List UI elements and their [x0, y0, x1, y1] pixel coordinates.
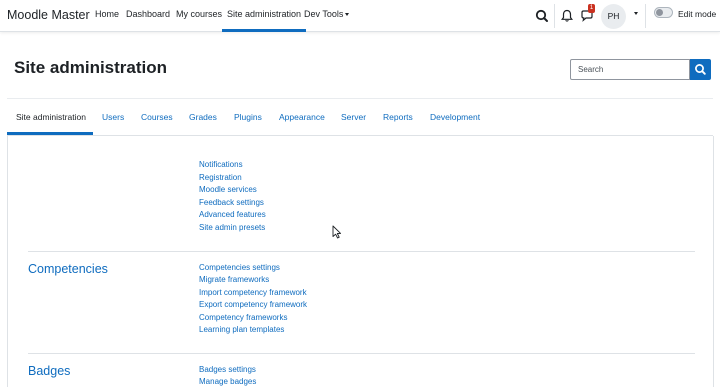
- nav-site-administration[interactable]: Site administration: [221, 9, 307, 32]
- navbar-divider: [554, 4, 555, 28]
- section-heading-competencies[interactable]: Competencies: [28, 262, 108, 276]
- section-divider: [28, 251, 695, 252]
- link-export-competency-framework[interactable]: Export competency framework: [199, 300, 307, 309]
- tab-server[interactable]: Server: [341, 112, 366, 122]
- avatar[interactable]: PH: [601, 4, 626, 29]
- site-brand[interactable]: Moodle Master: [7, 8, 90, 22]
- top-navbar: Moodle Master Home Dashboard My courses …: [0, 0, 720, 32]
- active-tab-indicator: [7, 132, 93, 135]
- link-registration[interactable]: Registration: [199, 173, 242, 182]
- section-divider: [28, 353, 695, 354]
- admin-tabs: Site administration Users Courses Grades…: [7, 99, 713, 136]
- nav-dashboard[interactable]: Dashboard: [126, 9, 170, 19]
- message-count-badge: 1: [588, 4, 595, 13]
- search-icon[interactable]: [532, 6, 552, 26]
- section-heading-badges[interactable]: Badges: [28, 364, 70, 378]
- search-icon: [695, 64, 706, 75]
- link-learning-plan-templates[interactable]: Learning plan templates: [199, 325, 284, 334]
- tab-courses[interactable]: Courses: [141, 112, 173, 122]
- nav-dev-tools-label: Dev Tools: [304, 9, 344, 19]
- tab-reports[interactable]: Reports: [383, 112, 413, 122]
- chevron-down-icon[interactable]: [634, 12, 638, 15]
- nav-my-courses[interactable]: My courses: [176, 9, 222, 19]
- tab-site-administration[interactable]: Site administration: [16, 112, 86, 122]
- page-title: Site administration: [14, 58, 168, 77]
- chevron-down-icon: [345, 13, 350, 17]
- admin-search-button[interactable]: [690, 59, 711, 80]
- tab-plugins[interactable]: Plugins: [234, 112, 262, 122]
- navbar-divider: [645, 4, 646, 28]
- tab-development[interactable]: Development: [430, 112, 480, 122]
- link-manage-badges[interactable]: Manage badges: [199, 377, 256, 386]
- link-advanced-features[interactable]: Advanced features: [199, 210, 266, 219]
- bell-icon[interactable]: [557, 6, 577, 26]
- link-moodle-services[interactable]: Moodle services: [199, 185, 257, 194]
- admin-search-input[interactable]: [570, 59, 690, 80]
- link-badges-settings[interactable]: Badges settings: [199, 365, 256, 374]
- link-notifications[interactable]: Notifications: [199, 160, 243, 169]
- link-competencies-settings[interactable]: Competencies settings: [199, 263, 280, 272]
- nav-dev-tools[interactable]: Dev Tools: [304, 9, 350, 19]
- tab-users[interactable]: Users: [102, 112, 124, 122]
- link-feedback-settings[interactable]: Feedback settings: [199, 198, 264, 207]
- link-migrate-frameworks[interactable]: Migrate frameworks: [199, 275, 269, 284]
- tab-grades[interactable]: Grades: [189, 112, 217, 122]
- edit-mode-label: Edit mode: [678, 9, 717, 19]
- nav-home[interactable]: Home: [95, 9, 119, 19]
- edit-mode-toggle[interactable]: [654, 7, 673, 18]
- tab-appearance[interactable]: Appearance: [279, 112, 325, 122]
- link-import-competency-framework[interactable]: Import competency framework: [199, 288, 307, 297]
- link-site-admin-presets[interactable]: Site admin presets: [199, 223, 265, 232]
- mouse-pointer-icon: [332, 225, 342, 239]
- admin-content-panel: [7, 136, 714, 387]
- link-competency-frameworks[interactable]: Competency frameworks: [199, 313, 287, 322]
